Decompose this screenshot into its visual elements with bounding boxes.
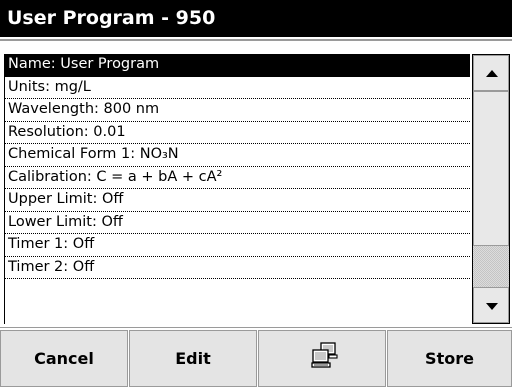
- list-item-lower-limit[interactable]: Lower Limit: Off: [5, 212, 470, 234]
- scrollbar[interactable]: [472, 54, 510, 324]
- list-item-calibration[interactable]: Calibration: C = a + bA + cA²: [5, 167, 470, 189]
- button-bar: Cancel Edit Store: [0, 327, 512, 388]
- list-item-units[interactable]: Units: mg/L: [5, 77, 470, 99]
- scroll-thumb[interactable]: [473, 91, 509, 246]
- scroll-track[interactable]: [473, 246, 509, 287]
- list-item-timer-1[interactable]: Timer 1: Off: [5, 234, 470, 257]
- list-item-name[interactable]: Name: User Program: [5, 54, 470, 77]
- arrow-down-icon: [486, 303, 498, 310]
- computer-icon: [311, 342, 338, 368]
- window-title: User Program - 950: [0, 0, 512, 37]
- list-item-wavelength[interactable]: Wavelength: 800 nm: [5, 99, 470, 122]
- pc-button[interactable]: [258, 330, 386, 387]
- arrow-up-icon: [486, 70, 498, 77]
- parameter-list: Name: User Program Units: mg/L Wavelengt…: [4, 54, 470, 324]
- list-item-timer-2[interactable]: Timer 2: Off: [5, 257, 470, 279]
- list-item-resolution[interactable]: Resolution: 0.01: [5, 122, 470, 144]
- scroll-up-button[interactable]: [473, 55, 509, 91]
- scroll-down-button[interactable]: [473, 287, 509, 323]
- list-item-upper-limit[interactable]: Upper Limit: Off: [5, 189, 470, 212]
- title-separator: [0, 37, 512, 43]
- list-item-chemical-form[interactable]: Chemical Form 1: NO₃N: [5, 144, 470, 167]
- edit-button[interactable]: Edit: [129, 330, 257, 387]
- store-button[interactable]: Store: [387, 330, 512, 387]
- cancel-button[interactable]: Cancel: [0, 330, 128, 387]
